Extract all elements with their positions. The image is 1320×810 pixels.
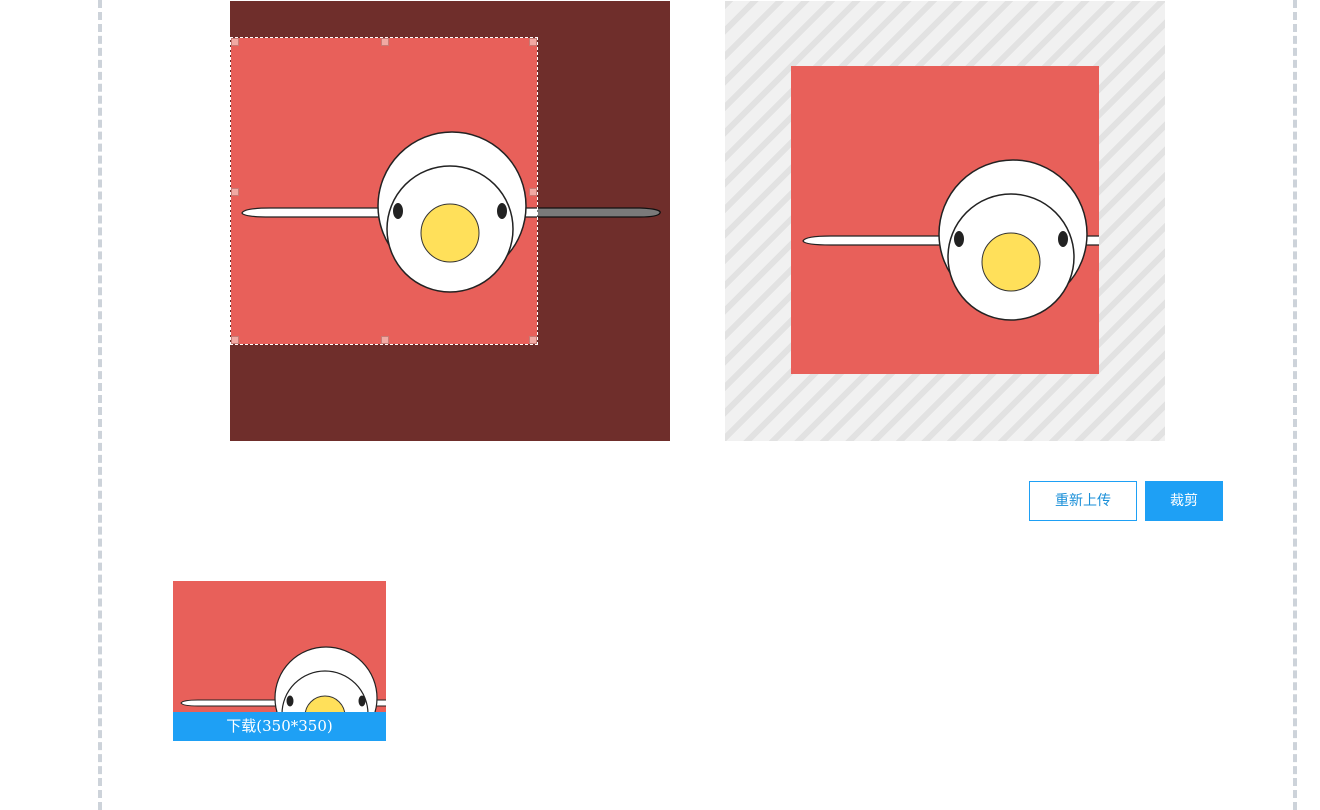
reupload-button[interactable]: 重新上传: [1029, 481, 1137, 521]
crop-handle-se[interactable]: [529, 336, 537, 344]
crop-result-thumbnail[interactable]: 下载(350*350): [173, 581, 386, 741]
crop-handle-s[interactable]: [381, 336, 389, 344]
download-button[interactable]: 下载(350*350): [173, 712, 386, 741]
image-cropper[interactable]: [230, 1, 670, 441]
frame-left-border: [98, 0, 102, 810]
crop-handle-e[interactable]: [529, 188, 537, 196]
crop-selection-image: [231, 38, 537, 344]
crop-preview-image: [791, 66, 1099, 374]
crop-handle-sw[interactable]: [231, 336, 239, 344]
crop-handle-nw[interactable]: [231, 38, 239, 46]
crop-preview-panel: [725, 1, 1165, 441]
crop-button[interactable]: 裁剪: [1145, 481, 1223, 521]
crop-selection-box[interactable]: [230, 37, 538, 345]
frame-right-border: [1293, 0, 1297, 810]
crop-handle-n[interactable]: [381, 38, 389, 46]
crop-handle-ne[interactable]: [529, 38, 537, 46]
crop-handle-w[interactable]: [231, 188, 239, 196]
